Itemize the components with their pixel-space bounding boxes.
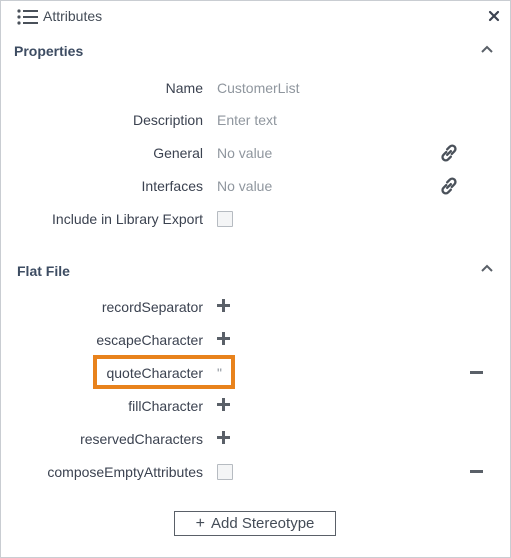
name-label: Name — [165, 80, 203, 96]
section-title-flat-file: Flat File — [17, 263, 70, 279]
panel-title: Attributes — [43, 8, 103, 24]
name-field[interactable]: CustomerList — [217, 80, 299, 96]
link-icon[interactable] — [438, 175, 460, 197]
add-icon[interactable] — [217, 431, 230, 444]
library-export-checkbox[interactable] — [217, 211, 233, 227]
add-stereotype-label: Add Stereotype — [210, 515, 315, 532]
description-label: Description — [132, 112, 203, 128]
flat-file-item-label: composeEmptyAttributes — [47, 464, 203, 480]
remove-icon[interactable] — [470, 371, 483, 374]
interfaces-value: No value — [217, 178, 273, 194]
description-field[interactable]: Enter text — [217, 112, 277, 128]
close-icon[interactable] — [487, 9, 501, 23]
chevron-up-icon[interactable] — [480, 44, 494, 54]
add-icon[interactable] — [217, 332, 230, 345]
library-export-label: Include in Library Export — [52, 211, 203, 227]
general-label: General — [153, 145, 203, 161]
flat-file-item-label: reservedCharacters — [80, 431, 203, 447]
attributes-panel: Attributes Properties Name CustomerList … — [0, 0, 511, 558]
remove-icon[interactable] — [470, 470, 483, 473]
compose-empty-attributes-checkbox[interactable] — [217, 464, 233, 480]
panel-titlebar: Attributes — [1, 1, 510, 33]
quote-character-field[interactable]: " — [217, 365, 222, 381]
add-stereotype-button[interactable]: + Add Stereotype — [174, 511, 336, 536]
add-icon[interactable] — [217, 299, 230, 312]
interfaces-label: Interfaces — [141, 178, 203, 194]
plus-icon: + — [195, 514, 205, 532]
flat-file-item-label: escapeCharacter — [96, 332, 203, 348]
add-icon[interactable] — [217, 398, 230, 411]
flat-file-item-label: fillCharacter — [128, 398, 203, 414]
list-icon — [17, 9, 38, 25]
flat-file-item-label: quoteCharacter — [106, 365, 203, 381]
flat-file-item-label: recordSeparator — [101, 299, 203, 315]
general-value: No value — [217, 145, 273, 161]
link-icon[interactable] — [438, 142, 460, 164]
chevron-up-icon[interactable] — [480, 263, 494, 273]
section-title-properties: Properties — [14, 43, 84, 59]
